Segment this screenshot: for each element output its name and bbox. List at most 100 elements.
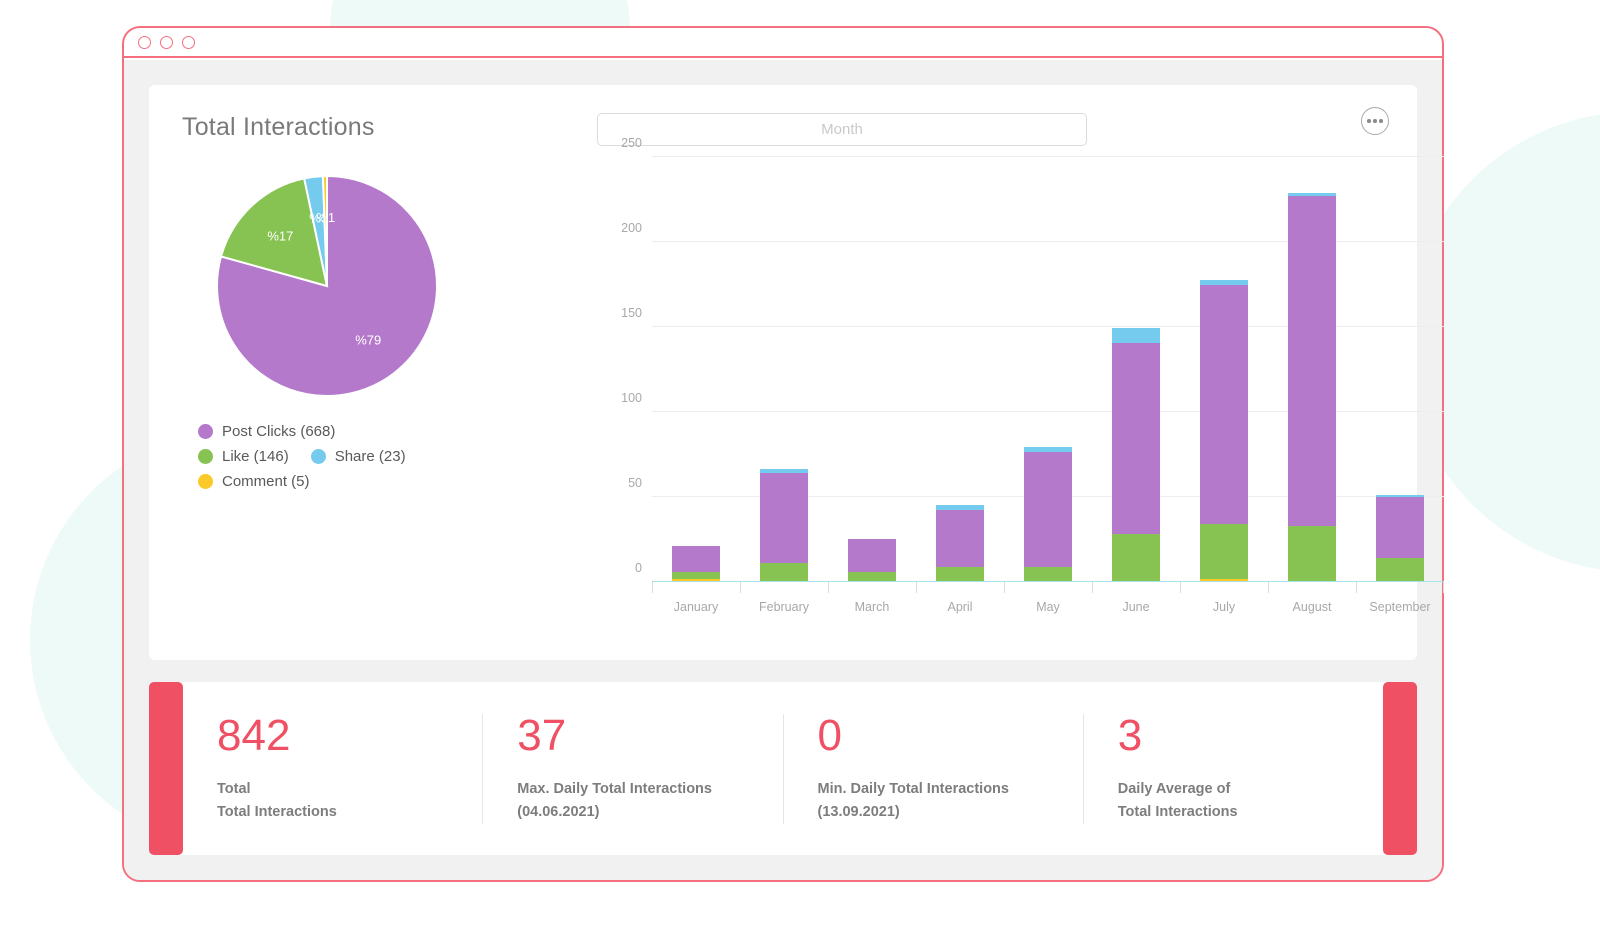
stacked-bar-june[interactable] xyxy=(1112,327,1160,582)
browser-window: Total Interactions Month %79 %17 %3 %1 P… xyxy=(122,26,1444,882)
legend-item-share[interactable]: Share (23) xyxy=(310,448,406,465)
legend-item-post-clicks[interactable]: Post Clicks (668) xyxy=(198,423,335,440)
window-titlebar xyxy=(124,28,1442,58)
segment-like xyxy=(760,563,808,582)
swatch-comment-icon xyxy=(198,474,213,489)
stat-item-1: 37 Max. Daily Total Interactions (04.06.20… xyxy=(482,711,782,824)
maximize-dot-icon[interactable] xyxy=(182,35,195,49)
x-axis-cell-march: March xyxy=(828,582,916,627)
y-axis-tick-100: 100 xyxy=(621,391,642,405)
legend-label-like: Like (146) xyxy=(222,448,289,465)
stacked-bar-march[interactable] xyxy=(848,539,896,582)
segment-post-clicks xyxy=(848,539,896,572)
stacked-bar-january[interactable] xyxy=(672,546,720,582)
stats-accent-bar-right xyxy=(1383,682,1417,855)
stats-accent-bar-left xyxy=(149,682,183,855)
legend-label-share: Share (23) xyxy=(334,448,406,465)
x-axis-label-january: January xyxy=(673,600,719,614)
stacked-bar-may[interactable] xyxy=(1024,447,1072,582)
swatch-post-clicks-icon xyxy=(198,424,213,439)
x-axis-label-june: June xyxy=(1122,600,1150,614)
stat-label: Daily Average of Total Interactions xyxy=(1118,778,1349,823)
stat-label-line2: (04.06.2021) xyxy=(517,803,600,820)
segment-like xyxy=(1112,534,1160,582)
x-axis-label-april: April xyxy=(947,600,973,614)
stat-item-0: 842 Total Total Interactions xyxy=(183,714,482,824)
legend-item-comment[interactable]: Comment (5) xyxy=(198,473,310,490)
bar-column-april[interactable] xyxy=(916,157,1004,582)
stacked-bar-august[interactable] xyxy=(1288,192,1336,582)
stat-label: Total Total Interactions xyxy=(217,778,448,823)
legend-row-2: Like (146) Share (23) xyxy=(198,448,582,465)
stat-item-3: 3 Daily Average of Total Interactions xyxy=(1082,711,1383,824)
legend-label-comment: Comment (5) xyxy=(222,473,310,490)
stat-value: 37 xyxy=(517,711,567,761)
segment-like xyxy=(672,571,720,579)
segment-like xyxy=(1376,558,1424,582)
window-viewport: Total Interactions Month %79 %17 %3 %1 P… xyxy=(124,60,1444,880)
pie-label-like: %17 xyxy=(267,228,293,243)
close-dot-icon[interactable] xyxy=(138,35,151,49)
stat-item-2: 0 Min. Daily Total Interactions (13.09.202… xyxy=(782,711,1083,824)
bar-column-july[interactable] xyxy=(1180,157,1268,582)
month-filter-select[interactable]: Month xyxy=(597,113,1087,146)
monthly-bar-chart: 0 50 100 150 200 250 January February March Apri… xyxy=(604,136,1444,627)
swatch-share-icon xyxy=(310,449,326,464)
x-axis-cell-january: January xyxy=(652,582,740,627)
y-axis-tick-150: 150 xyxy=(621,306,642,320)
bar-column-february[interactable] xyxy=(740,157,828,582)
stat-label-line1: Min. Daily Total Interactions xyxy=(817,781,1009,798)
legend-row-1: Post Clicks (668) xyxy=(198,423,582,440)
stat-label-line1: Max. Daily Total Interactions xyxy=(517,781,712,798)
stat-label-line2: (13.09.2021) xyxy=(817,803,900,820)
bar-column-august[interactable] xyxy=(1268,157,1356,582)
pie-chart-svg: %79%17%3%1 xyxy=(216,175,438,397)
x-axis-label-february: February xyxy=(758,600,810,614)
bar-column-may[interactable] xyxy=(1004,157,1092,582)
segment-post-clicks xyxy=(672,546,720,572)
pie-label-post-clicks: %79 xyxy=(355,332,381,347)
bar-column-january[interactable] xyxy=(652,157,740,582)
x-axis-cell-august: August xyxy=(1268,582,1356,627)
minimize-dot-icon[interactable] xyxy=(160,35,173,49)
summary-stats-card: 842 Total Total Interactions 37 Max. Daily T… xyxy=(149,682,1417,855)
bar-column-march[interactable] xyxy=(828,157,916,582)
stat-label: Min. Daily Total Interactions (13.09.2021… xyxy=(818,778,1049,823)
stacked-bar-september[interactable] xyxy=(1376,494,1424,582)
x-axis-label-july: July xyxy=(1212,600,1236,614)
bar-column-september[interactable] xyxy=(1356,157,1444,582)
stat-value: 0 xyxy=(817,711,842,761)
more-options-icon[interactable] xyxy=(1361,107,1389,135)
x-axis-cell-september: September xyxy=(1356,582,1444,627)
swatch-like-icon xyxy=(198,449,213,464)
stat-label: Max. Daily Total Interactions (04.06.2021… xyxy=(517,778,748,823)
dot-2 xyxy=(1373,119,1377,123)
x-axis-cell-april: April xyxy=(916,582,1004,627)
dot-1 xyxy=(1367,119,1371,123)
stacked-bar-february[interactable] xyxy=(760,469,808,582)
segment-post-clicks xyxy=(1288,196,1336,526)
segment-share xyxy=(1112,327,1160,343)
x-axis-labels: January February March April May June July Augu… xyxy=(652,582,1444,627)
stat-label-line1: Total xyxy=(217,781,251,798)
legend-item-like[interactable]: Like (146) xyxy=(198,448,289,465)
bar-column-june[interactable] xyxy=(1092,157,1180,582)
x-axis-label-august: August xyxy=(1292,600,1332,614)
x-axis-label-may: May xyxy=(1036,600,1060,614)
stacked-bar-july[interactable] xyxy=(1200,279,1248,582)
legend-label-post-clicks: Post Clicks (668) xyxy=(222,423,336,440)
segment-like xyxy=(1200,523,1248,579)
dot-3 xyxy=(1379,119,1383,123)
stat-value: 3 xyxy=(1117,711,1143,761)
legend-row-3: Comment (5) xyxy=(198,473,582,490)
y-axis-tick-0: 0 xyxy=(635,561,642,575)
total-interactions-card: Total Interactions Month %79 %17 %3 %1 P… xyxy=(149,85,1444,660)
stat-label-line1: Daily Average of xyxy=(1117,781,1231,798)
segment-post-clicks xyxy=(1376,496,1424,559)
pie-label-comment: %1 xyxy=(316,210,335,225)
pie-chart-section: %79 %17 %3 %1 Post Clicks (668) Like (146) xyxy=(182,175,582,490)
stat-value: 842 xyxy=(217,711,291,761)
stacked-bar-april[interactable] xyxy=(936,505,984,582)
y-axis-tick-50: 50 xyxy=(628,476,642,490)
x-axis-cell-february: February xyxy=(740,582,828,627)
